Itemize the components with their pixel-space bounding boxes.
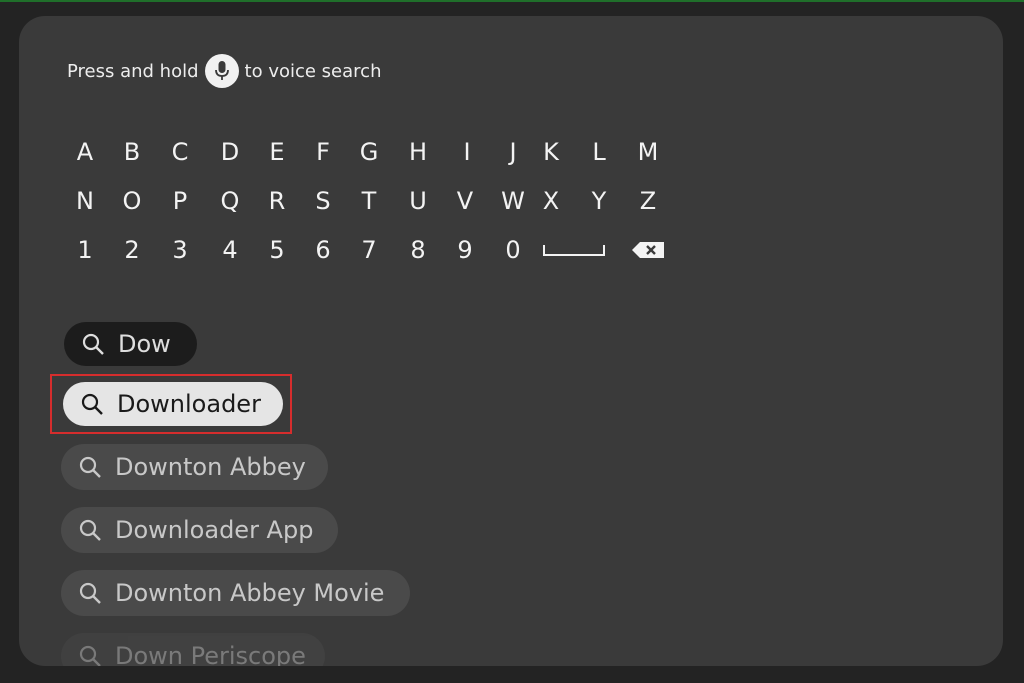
suggestion-item[interactable]: Down Periscope bbox=[61, 633, 325, 666]
key-x[interactable]: X bbox=[531, 181, 571, 221]
search-icon bbox=[79, 519, 101, 541]
key-k[interactable]: K bbox=[531, 132, 571, 172]
key-r[interactable]: R bbox=[257, 181, 297, 221]
suggestion-item[interactable]: Downton Abbey bbox=[61, 444, 328, 490]
suggestion-label: Down Periscope bbox=[115, 642, 306, 666]
search-panel: Press and hold to voice search A B C D E… bbox=[19, 16, 1003, 666]
key-c[interactable]: C bbox=[160, 132, 200, 172]
key-7[interactable]: 7 bbox=[349, 230, 389, 270]
microphone-icon bbox=[204, 54, 239, 88]
voice-hint-after: to voice search bbox=[244, 60, 382, 82]
key-i[interactable]: I bbox=[447, 132, 487, 172]
key-s[interactable]: S bbox=[303, 181, 343, 221]
key-q[interactable]: Q bbox=[210, 181, 250, 221]
voice-search-hint: Press and hold to voice search bbox=[67, 54, 381, 88]
key-6[interactable]: 6 bbox=[303, 230, 343, 270]
key-3[interactable]: 3 bbox=[160, 230, 200, 270]
search-icon bbox=[82, 333, 104, 355]
key-n[interactable]: N bbox=[65, 181, 105, 221]
key-m[interactable]: M bbox=[628, 132, 668, 172]
search-query-text: Dow bbox=[118, 330, 171, 358]
key-z[interactable]: Z bbox=[628, 181, 668, 221]
key-p[interactable]: P bbox=[160, 181, 200, 221]
suggestion-label: Downton Abbey bbox=[115, 453, 306, 481]
key-0[interactable]: 0 bbox=[493, 230, 533, 270]
key-8[interactable]: 8 bbox=[398, 230, 438, 270]
search-icon bbox=[79, 456, 101, 478]
selection-highlight bbox=[50, 374, 292, 434]
key-w[interactable]: W bbox=[493, 181, 533, 221]
search-query-field[interactable]: Dow bbox=[64, 322, 197, 366]
suggestion-label: Downton Abbey Movie bbox=[115, 579, 385, 607]
key-u[interactable]: U bbox=[398, 181, 438, 221]
space-key-icon[interactable] bbox=[539, 230, 609, 270]
key-f[interactable]: F bbox=[303, 132, 343, 172]
key-1[interactable]: 1 bbox=[65, 230, 105, 270]
key-h[interactable]: H bbox=[398, 132, 438, 172]
top-accent-line bbox=[0, 0, 1024, 2]
key-d[interactable]: D bbox=[210, 132, 250, 172]
key-y[interactable]: Y bbox=[579, 181, 619, 221]
voice-hint-before: Press and hold bbox=[67, 60, 199, 82]
backspace-icon[interactable] bbox=[628, 230, 668, 270]
key-b[interactable]: B bbox=[112, 132, 152, 172]
key-a[interactable]: A bbox=[65, 132, 105, 172]
suggestion-item[interactable]: Downloader App bbox=[61, 507, 338, 553]
search-icon bbox=[79, 645, 101, 666]
key-4[interactable]: 4 bbox=[210, 230, 250, 270]
suggestion-label: Downloader App bbox=[115, 516, 314, 544]
key-o[interactable]: O bbox=[112, 181, 152, 221]
key-5[interactable]: 5 bbox=[257, 230, 297, 270]
key-j[interactable]: J bbox=[493, 132, 533, 172]
search-icon bbox=[79, 582, 101, 604]
key-2[interactable]: 2 bbox=[112, 230, 152, 270]
key-l[interactable]: L bbox=[579, 132, 619, 172]
key-e[interactable]: E bbox=[257, 132, 297, 172]
key-g[interactable]: G bbox=[349, 132, 389, 172]
suggestion-item[interactable]: Downton Abbey Movie bbox=[61, 570, 410, 616]
key-9[interactable]: 9 bbox=[445, 230, 485, 270]
key-v[interactable]: V bbox=[445, 181, 485, 221]
key-t[interactable]: T bbox=[349, 181, 389, 221]
